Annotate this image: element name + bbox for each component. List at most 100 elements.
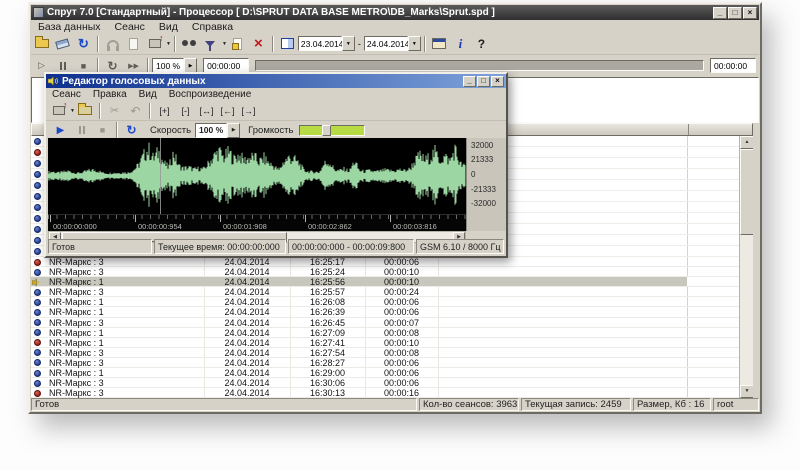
date-from-field[interactable]: 23.04.2014 [297,36,343,51]
stop-icon: ■ [99,125,106,135]
cell-date: 24.04.2014 [224,337,270,348]
waveform-display[interactable]: 00:00:00:000 00:00:00:954 00:00:01:908 0… [48,138,466,231]
table-row[interactable]: NR-Маркс : 3 24.04.2014 16:25:24 00:00:10 [31,267,753,278]
tick-label: 00:00:00:000 [53,222,97,231]
menu-help[interactable]: Справка [185,21,240,33]
scroll-up-button[interactable]: ▲ [740,136,753,149]
dialog-close-button[interactable]: × [491,75,504,87]
window-title: Спрут 7.0 [Стандартный] - Процессор [ D:… [47,7,495,18]
menu-session[interactable]: Сеанс [108,21,152,33]
cell-time: 16:27:54 [309,347,346,358]
date-to-dropdown[interactable]: ▼ [407,36,421,51]
table-row[interactable]: NR-Маркс : 3 24.04.2014 16:27:54 00:00:08 [31,348,753,358]
dialog-menu-session[interactable]: Сеанс [46,89,87,100]
volume-label: Громкость [248,124,294,136]
columns-button[interactable] [277,34,298,54]
erase-button[interactable] [52,34,73,54]
scrollbar-thumb[interactable] [740,149,753,235]
table-row[interactable]: NR-Маркс : 3 24.04.2014 16:25:17 00:00:06 [31,257,753,268]
annotate-button[interactable] [227,34,248,54]
close-button[interactable]: × [743,6,757,19]
date-to-field[interactable]: 24.04.2014 [363,36,409,51]
cell-duration: 00:00:06 [383,357,420,368]
table-row[interactable]: NR-Маркс : 3 24.04.2014 16:26:45 00:00:07 [31,318,753,328]
minimize-button[interactable]: _ [713,6,727,19]
menu-view[interactable]: Вид [152,21,185,33]
date-from-dropdown[interactable]: ▼ [341,36,355,51]
panel-button[interactable] [429,34,450,54]
dialog-properties-button[interactable] [75,101,96,121]
document-button[interactable] [123,34,144,54]
table-row[interactable]: NR-Маркс : 1 24.04.2014 16:25:56 00:00:10 [31,277,753,288]
cell-time: 16:25:57 [309,287,346,298]
info-button[interactable]: i [450,34,471,54]
table-row[interactable]: NR-Маркс : 1 24.04.2014 16:26:08 00:00:06 [31,297,753,308]
cell-time: 16:25:24 [309,267,346,278]
export-dropdown-arrow[interactable]: ▼ [166,41,171,47]
dialog-menu-view[interactable]: Вид [133,89,163,100]
filter-button[interactable] [200,34,221,54]
delete-button[interactable]: × [248,34,269,54]
dialog-play-button[interactable]: ▶ [50,120,71,140]
cell-duration: 00:00:07 [383,317,420,328]
document-icon [129,37,138,50]
tick [220,215,221,222]
export-button[interactable] [144,33,165,54]
volume-slider-thumb[interactable] [322,124,332,136]
speed-spinner[interactable]: ▶ [184,58,198,73]
status-ready: Готов [31,398,417,411]
dialog-speed-box[interactable]: 100 % [195,122,228,138]
dialog-titlebar[interactable]: Редактор голосовых данных _ □ × [46,74,506,88]
go-start-button[interactable]: [←] [217,106,238,116]
vertical-scrollbar[interactable]: ▲ ▼ [739,136,753,398]
help-button[interactable]: ? [471,34,492,54]
dialog-menu-playback[interactable]: Воспроизведение [163,89,258,100]
blue-status-icon [34,247,41,255]
blue-status-icon [34,137,41,145]
cell-duration: 00:00:08 [383,327,420,338]
dialog-maximize-button[interactable]: □ [477,75,490,87]
volume-slider[interactable] [299,124,366,136]
dialog-stop-button[interactable]: ■ [92,120,113,140]
cell-date: 24.04.2014 [224,267,270,278]
table-row[interactable]: NR-Маркс : 1 24.04.2014 16:29:00 00:00:06 [31,368,753,379]
toolbar-separator [271,35,274,52]
position-slider[interactable] [255,60,704,71]
binoculars-icon [182,40,197,47]
cell-duration: 00:00:10 [383,277,420,288]
table-row[interactable]: NR-Маркс : 1 24.04.2014 16:27:41 00:00:10 [31,338,753,348]
zoom-out-button[interactable]: [-] [175,106,196,116]
listen-button[interactable] [102,34,123,54]
dialog-title: Редактор голосовых данных [62,75,206,87]
zoom-fit-button[interactable]: [↔] [196,106,217,116]
dialog-pause-button[interactable] [71,120,92,140]
refresh-button[interactable]: ↻ [73,34,94,54]
filter-icon [205,40,216,51]
status-session-count: Кол-во сеансов: 3963 [419,398,519,411]
find-button[interactable] [179,34,200,54]
dialog-menu-edit[interactable]: Правка [87,89,133,100]
open-database-button[interactable] [31,34,52,54]
table-row[interactable]: NR-Маркс : 1 24.04.2014 16:26:39 00:00:06 [31,307,753,318]
table-row[interactable]: NR-Маркс : 3 24.04.2014 16:30:06 00:00:06 [31,378,753,389]
dialog-undo-button[interactable]: ↶ [125,101,146,121]
zoom-in-button[interactable]: [+] [154,106,175,116]
maximize-button[interactable]: □ [728,6,742,19]
table-row[interactable]: NR-Маркс : 3 24.04.2014 16:28:27 00:00:06 [31,357,753,369]
cell-name: NR-Маркс : 1 [49,337,104,348]
menu-database[interactable]: База данных [31,21,108,33]
table-row[interactable]: NR-Маркс : 1 24.04.2014 16:27:09 00:00:08 [31,328,753,338]
main-titlebar[interactable]: Спрут 7.0 [Стандартный] - Процессор [ D:… [31,5,759,20]
table-row[interactable]: NR-Маркс : 3 24.04.2014 16:25:57 00:00:24 [31,287,753,298]
dialog-speed-spinner[interactable]: ▶ [227,122,241,138]
dialog-minimize-button[interactable]: _ [463,75,476,87]
speed-value-box[interactable]: 100 % [152,58,185,73]
tick-label: 00:00:03:816 [393,222,437,231]
cell-date: 24.04.2014 [224,357,270,368]
cell-duration: 00:00:06 [383,378,420,389]
blue-status-icon [34,329,41,337]
dialog-loop-button[interactable]: ↻ [121,120,142,140]
dialog-cut-button[interactable]: ✂ [104,101,125,121]
dialog-export-button[interactable] [48,100,69,121]
go-end-button[interactable]: [→] [238,106,259,116]
